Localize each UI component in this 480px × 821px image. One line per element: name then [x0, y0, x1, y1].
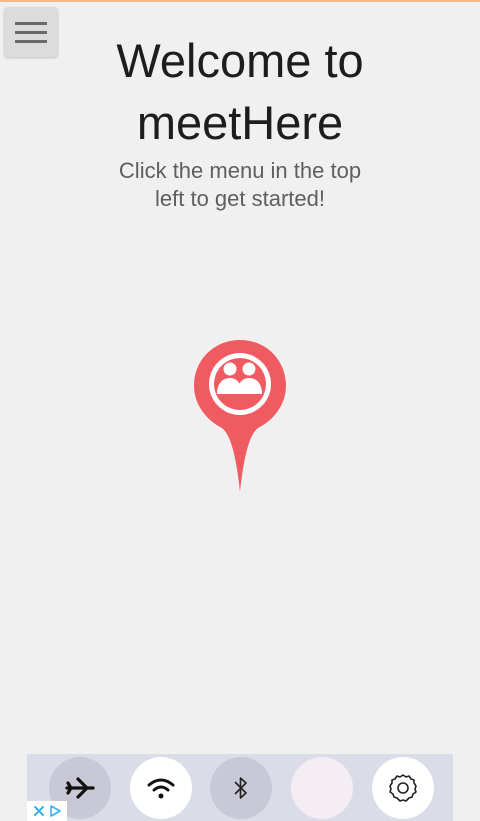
- quick-setting-empty[interactable]: [291, 757, 353, 819]
- gear-icon: [389, 774, 417, 802]
- subtitle-line-2: left to get started!: [155, 186, 325, 211]
- title-line-2: meetHere: [136, 96, 344, 149]
- settings-button[interactable]: [372, 757, 434, 819]
- title-line-1: Welcome to: [116, 34, 364, 87]
- close-icon[interactable]: [33, 805, 45, 817]
- bluetooth-icon: [234, 777, 247, 799]
- airplane-icon: [65, 777, 95, 799]
- page-title: Welcome to meetHere: [0, 30, 480, 154]
- page-subtitle: Click the menu in the top left to get st…: [100, 157, 380, 213]
- wifi-icon: [147, 778, 175, 799]
- ad-controls: [27, 801, 67, 821]
- subtitle-line-1: Click the menu in the top: [118, 158, 362, 183]
- bluetooth-toggle[interactable]: [210, 757, 272, 819]
- map-pin-group-icon: [194, 340, 286, 492]
- wifi-toggle[interactable]: [130, 757, 192, 819]
- top-accent-line: [0, 0, 480, 2]
- adchoices-icon[interactable]: [48, 804, 62, 818]
